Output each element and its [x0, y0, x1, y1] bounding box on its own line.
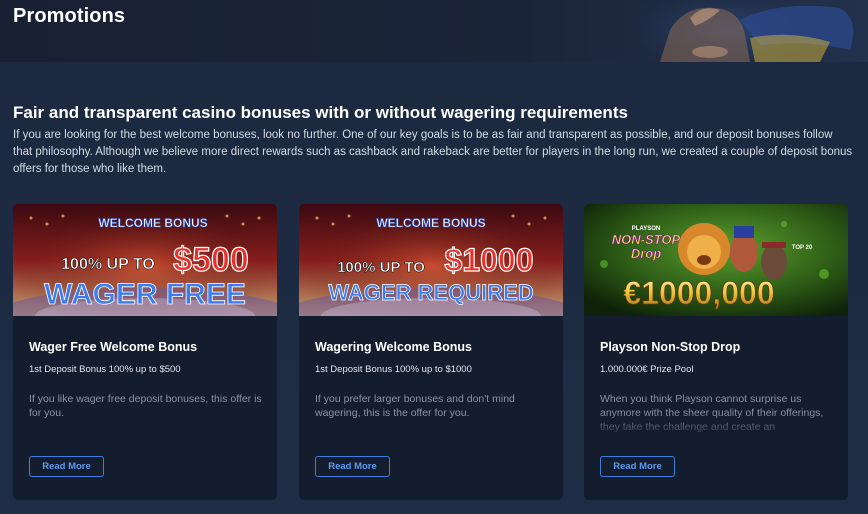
- banner-badge: WELCOME BONUS: [376, 216, 485, 230]
- banner-offer-type: WAGER FREE: [44, 278, 246, 311]
- promo-banner-image[interactable]: PLAYSON NON-STOP Drop TOP 20 €1000,000: [584, 204, 848, 316]
- card-subtitle: 1st Deposit Bonus 100% up to $500: [29, 364, 181, 375]
- banner-logo-line1: NON-STOP: [612, 232, 681, 247]
- read-more-button[interactable]: Read More: [600, 456, 675, 477]
- banner-offer-small: 100% UP TO: [337, 259, 425, 276]
- banner-offer-amount: $1000: [445, 242, 534, 278]
- card-subtitle: 1.000.000€ Prize Pool: [600, 364, 694, 375]
- promo-card-wager-free[interactable]: WELCOME BONUS 100% UP TO $500 WAGER FREE…: [13, 204, 277, 500]
- promo-banner-image[interactable]: WELCOME BONUS 100% UP TO $1000 WAGER REQ…: [299, 204, 563, 316]
- mascot-illustration: [640, 0, 868, 62]
- card-title: Playson Non-Stop Drop: [600, 340, 741, 354]
- promo-card-wagering[interactable]: WELCOME BONUS 100% UP TO $1000 WAGER REQ…: [299, 204, 563, 500]
- banner-badge: WELCOME BONUS: [98, 216, 207, 230]
- promo-banner-image[interactable]: WELCOME BONUS 100% UP TO $500 WAGER FREE: [13, 204, 277, 316]
- section-description: If you are looking for the best welcome …: [13, 129, 853, 175]
- banner-amount: €1000,000: [623, 275, 774, 311]
- section-heading: Fair and transparent casino bonuses with…: [13, 103, 628, 122]
- read-more-button[interactable]: Read More: [315, 456, 390, 477]
- banner-logo-line2: Drop: [631, 246, 661, 261]
- card-title: Wager Free Welcome Bonus: [29, 340, 198, 354]
- card-title: Wagering Welcome Bonus: [315, 340, 472, 354]
- promo-card-playson[interactable]: PLAYSON NON-STOP Drop TOP 20 €1000,000 P…: [584, 204, 848, 500]
- banner-tag: TOP 20: [792, 245, 813, 251]
- page-title: Promotions: [13, 5, 126, 27]
- banner-offer-amount: $500: [173, 241, 249, 279]
- text-fade-overlay: [584, 412, 848, 442]
- read-more-button[interactable]: Read More: [29, 456, 104, 477]
- card-description: If you prefer larger bonuses and don't m…: [315, 393, 515, 419]
- card-description: If you like wager free deposit bonuses, …: [29, 393, 262, 419]
- card-subtitle: 1st Deposit Bonus 100% up to $1000: [315, 364, 472, 375]
- banner-offer-small: 100% UP TO: [61, 256, 155, 273]
- banner-offer-type: WAGER REQUIRED: [328, 280, 533, 305]
